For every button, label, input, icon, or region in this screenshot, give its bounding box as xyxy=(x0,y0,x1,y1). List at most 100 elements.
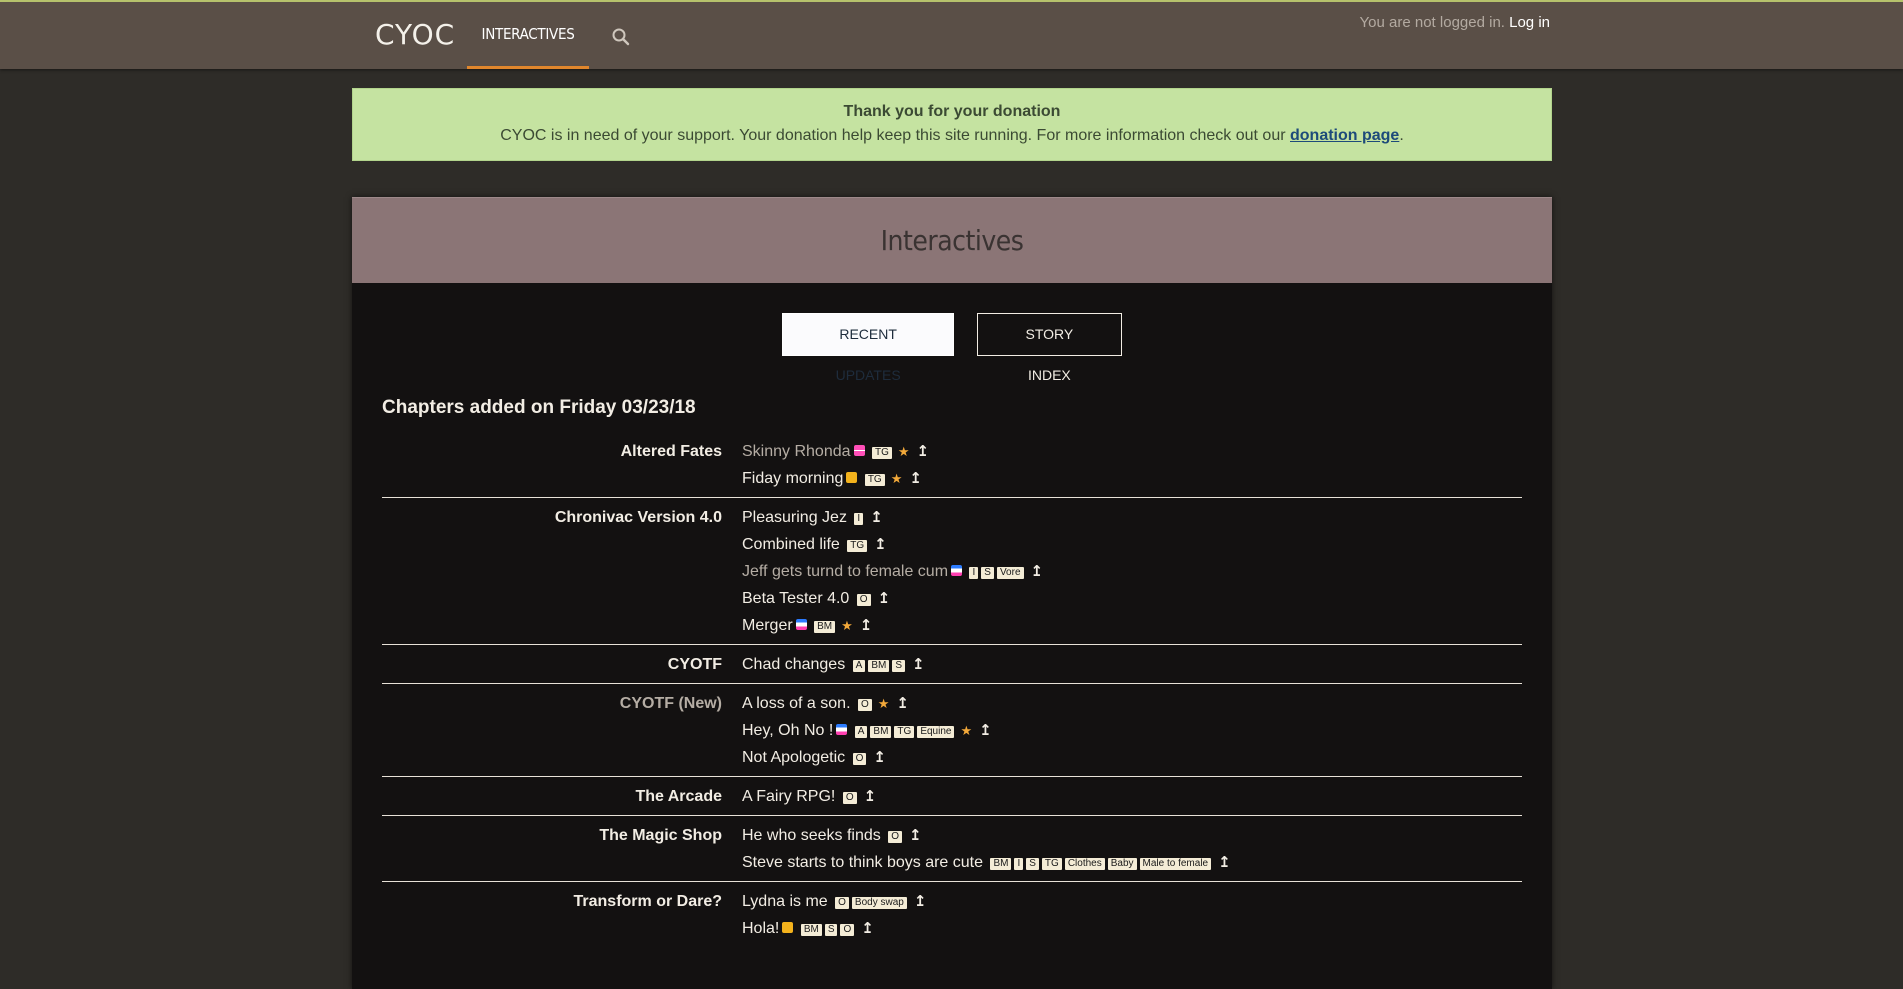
chapter-item: Skinny Rhonda TG ★ ↥ xyxy=(742,438,1522,465)
chapter-item: Pleasuring Jez I ↥ xyxy=(742,504,1522,531)
tag-badge: BM xyxy=(868,660,890,672)
chapter-link[interactable]: Hola! xyxy=(742,920,779,937)
tag-badge: TG xyxy=(871,447,892,459)
tag-badge: O xyxy=(840,924,855,936)
tag-badge: O xyxy=(856,594,871,606)
chapter-item: Merger BM ★ ↥ xyxy=(742,612,1522,639)
tag-badge: Male to female xyxy=(1139,858,1212,870)
tag-badge: Clothes xyxy=(1064,858,1105,870)
up-arrow-icon[interactable]: ↥ xyxy=(979,722,992,739)
tag-badge: Body swap xyxy=(851,897,907,909)
up-arrow-icon[interactable]: ↥ xyxy=(917,443,930,460)
up-arrow-icon[interactable]: ↥ xyxy=(912,656,925,673)
star-icon: ★ xyxy=(877,696,890,711)
up-arrow-icon[interactable]: ↥ xyxy=(864,788,877,805)
story-link[interactable]: Altered Fates xyxy=(382,438,742,492)
story-group: The Magic Shop He who seeks finds O ↥ Ste… xyxy=(382,816,1522,882)
chapter-link[interactable]: He who seeks finds xyxy=(742,827,881,844)
up-arrow-icon[interactable]: ↥ xyxy=(878,590,891,607)
tag-badge: I xyxy=(969,567,979,579)
chapter-link[interactable]: Chad changes xyxy=(742,656,845,673)
up-arrow-icon[interactable]: ↥ xyxy=(873,749,886,766)
up-arrow-icon[interactable]: ↥ xyxy=(874,536,887,553)
login-link[interactable]: Log in xyxy=(1509,14,1550,31)
alert-body: CYOC is in need of your support. Your do… xyxy=(353,127,1551,145)
chapter-link[interactable]: Steve starts to think boys are cute xyxy=(742,854,983,871)
date-heading: Chapters added on Friday 03/23/18 xyxy=(382,397,696,418)
tag-badge: Equine xyxy=(917,726,955,738)
tag-badge: TG xyxy=(1041,858,1062,870)
up-arrow-icon[interactable]: ↥ xyxy=(1218,854,1231,871)
male-to-female-icon xyxy=(951,565,963,576)
chapter-link[interactable]: Skinny Rhonda xyxy=(742,443,851,460)
donation-page-link[interactable]: donation page xyxy=(1290,127,1399,144)
up-arrow-icon[interactable]: ↥ xyxy=(914,893,927,910)
chapter-item: A loss of a son. O ★ ↥ xyxy=(742,690,1522,717)
star-icon: ★ xyxy=(890,471,903,486)
tag-badge: S xyxy=(981,567,994,579)
up-arrow-icon[interactable]: ↥ xyxy=(909,470,922,487)
search-icon[interactable] xyxy=(610,26,632,48)
chapter-item: Not Apologetic O ↥ xyxy=(742,744,1522,771)
site-logo[interactable]: CYOC xyxy=(375,18,455,51)
chapter-list: Lydna is me O Body swap ↥ Hola! BM S O ↥ xyxy=(742,888,1522,942)
story-link[interactable]: The Magic Shop xyxy=(382,822,742,876)
tab-interactives[interactable]: Interactives xyxy=(467,2,589,69)
chapter-link[interactable]: A Fairy RPG! xyxy=(742,788,835,805)
tag-badge: I xyxy=(1014,858,1024,870)
story-link[interactable]: CYOTF (New) xyxy=(382,690,742,771)
page-title: Interactives xyxy=(880,224,1024,257)
up-arrow-icon[interactable]: ↥ xyxy=(870,509,883,526)
story-group: CYOTF Chad changes A BM S ↥ xyxy=(382,645,1522,684)
up-arrow-icon[interactable]: ↥ xyxy=(860,617,873,634)
tag-badge: S xyxy=(892,660,905,672)
tag-badge: A xyxy=(852,660,866,672)
tag-badge: O xyxy=(852,753,867,765)
up-arrow-icon[interactable]: ↥ xyxy=(896,695,909,712)
tag-badge: BM xyxy=(814,621,836,633)
chapter-link[interactable]: Merger xyxy=(742,617,793,634)
chapter-link[interactable]: Not Apologetic xyxy=(742,749,845,766)
tag-badge: O xyxy=(842,792,857,804)
update-list: Altered Fates Skinny Rhonda TG ★ ↥ Fiday m… xyxy=(382,432,1522,947)
chapter-list: Chad changes A BM S ↥ xyxy=(742,651,1522,678)
tag-badge: BM xyxy=(800,924,822,936)
chapter-link[interactable]: Hey, Oh No ! xyxy=(742,722,833,739)
tag-badge: TG xyxy=(847,540,868,552)
story-link[interactable]: CYOTF xyxy=(382,651,742,678)
tag-badge: O xyxy=(857,699,872,711)
tag-badge: S xyxy=(1026,858,1039,870)
story-link[interactable]: Transform or Dare? xyxy=(382,888,742,942)
story-group: Transform or Dare? Lydna is me O Body swa… xyxy=(382,882,1522,947)
tag-badge: TG xyxy=(864,474,885,486)
recent-updates-button[interactable]: Recent Updates xyxy=(782,313,955,383)
chapter-link[interactable]: Lydna is me xyxy=(742,893,828,910)
chapter-link[interactable]: Fiday morning xyxy=(742,470,843,487)
chapter-item: Hey, Oh No ! A BM TG Equine ★ ↥ xyxy=(742,717,1522,744)
top-navbar: CYOC Interactives You are not logged in.… xyxy=(0,0,1903,69)
story-link[interactable]: The Arcade xyxy=(382,783,742,810)
story-link[interactable]: Chronivac Version 4.0 xyxy=(382,504,742,639)
up-arrow-icon[interactable]: ↥ xyxy=(909,827,922,844)
chapter-link[interactable]: Combined life xyxy=(742,536,840,553)
interactives-panel: Interactives Recent Updates Story Index … xyxy=(352,197,1552,989)
view-toggle: Recent Updates Story Index xyxy=(352,313,1552,385)
chapter-item: Hola! BM S O ↥ xyxy=(742,915,1522,942)
chapter-link[interactable]: A loss of a son. xyxy=(742,695,851,712)
story-index-button[interactable]: Story Index xyxy=(976,313,1122,383)
chapter-item: Steve starts to think boys are cute BM I S… xyxy=(742,849,1522,876)
chapter-item: Beta Tester 4.0 O ↥ xyxy=(742,585,1522,612)
tag-badge: A xyxy=(854,726,868,738)
alert-suffix: . xyxy=(1399,127,1404,144)
male-to-female-icon xyxy=(836,724,848,735)
up-arrow-icon[interactable]: ↥ xyxy=(1031,563,1044,580)
chapter-link[interactable]: Jeff gets turnd to female cum xyxy=(742,563,948,580)
chapter-link[interactable]: Beta Tester 4.0 xyxy=(742,590,849,607)
chapter-item: He who seeks finds O ↥ xyxy=(742,822,1522,849)
tag-badge: BM xyxy=(990,858,1012,870)
chapter-item: Fiday morning TG ★ ↥ xyxy=(742,465,1522,492)
up-arrow-icon[interactable]: ↥ xyxy=(861,920,874,937)
tag-badge: BM xyxy=(870,726,892,738)
chapter-link[interactable]: Pleasuring Jez xyxy=(742,509,847,526)
tag-badge: I xyxy=(854,513,864,525)
